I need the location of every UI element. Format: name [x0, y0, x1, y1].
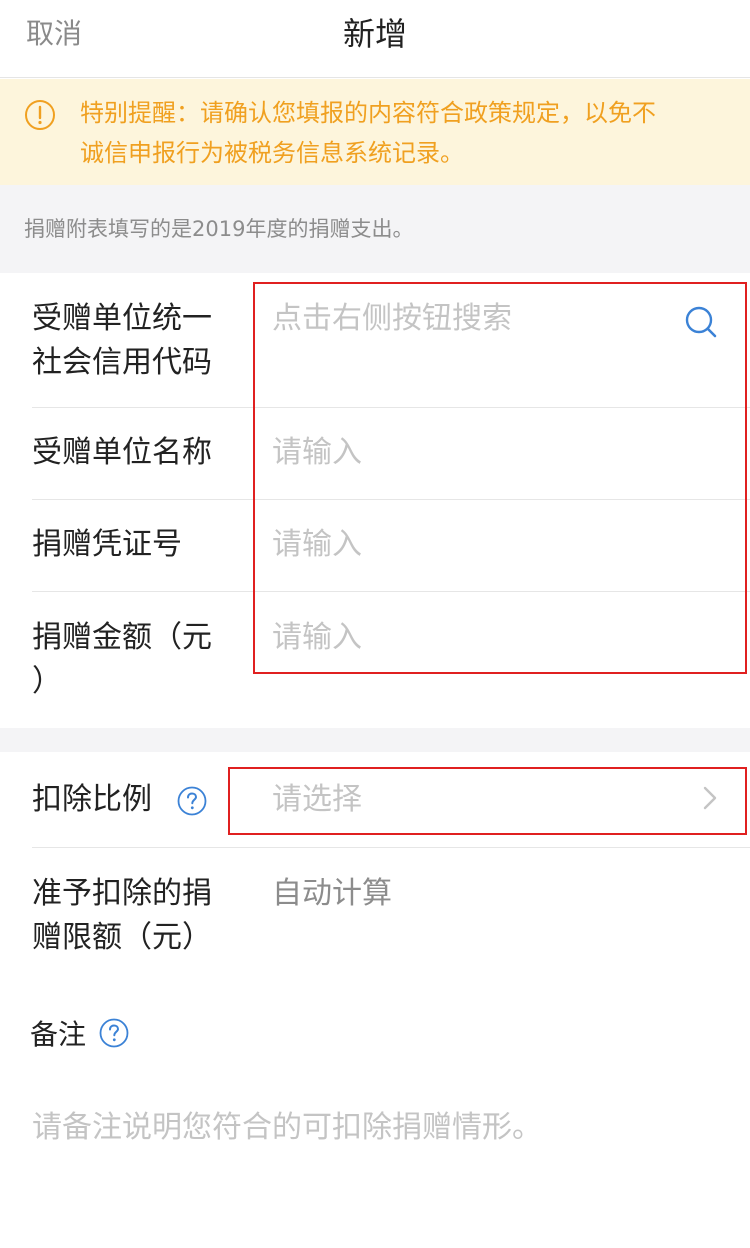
deduction-limit-value: 自动计算 [272, 876, 392, 911]
year-note-text: 捐赠附表填写的是2019年度的捐赠支出。 [24, 217, 414, 241]
search-icon[interactable] [684, 305, 718, 339]
help-circle-icon[interactable] [177, 786, 207, 816]
credit-code-input[interactable]: 点击右侧按钮搜索 [272, 297, 512, 341]
alert-text-line2: 诚信申报行为被税务信息系统记录。 [80, 139, 464, 167]
help-circle-icon[interactable] [99, 1018, 129, 1048]
donation-form-section: 受赠单位统一 社会信用代码 点击右侧按钮搜索 受赠单位名称 请输入 捐赠凭证号 … [0, 273, 750, 728]
unit-name-row: 受赠单位名称 请输入 [0, 408, 750, 500]
credit-code-label: 受赠单位统一 社会信用代码 [32, 297, 242, 385]
deduction-limit-label: 准予扣除的捐 赠限额（元） [32, 872, 242, 960]
amount-label: 捐赠金额（元 ） [32, 616, 242, 704]
voucher-no-row: 捐赠凭证号 请输入 [0, 500, 750, 592]
remark-textarea[interactable]: 请备注说明您符合的可扣除捐赠情形。 [32, 1106, 722, 1150]
warning-circle-icon [25, 100, 55, 130]
unit-name-label: 受赠单位名称 [32, 435, 212, 470]
chevron-right-icon [703, 786, 717, 810]
year-note: 捐赠附表填写的是2019年度的捐赠支出。 [0, 185, 750, 273]
policy-alert-banner: 特别提醒：请确认您填报的内容符合政策规定，以免不 诚信申报行为被税务信息系统记录… [0, 79, 750, 185]
unit-name-input[interactable]: 请输入 [272, 431, 362, 475]
deduction-limit-row: 准予扣除的捐 赠限额（元） 自动计算 [0, 848, 750, 982]
remark-label: 备注 [30, 1018, 87, 1051]
credit-code-row: 受赠单位统一 社会信用代码 点击右侧按钮搜索 [0, 273, 750, 408]
deduction-section: 扣除比例 请选择 准予扣除的捐 赠限额（元） 自动计算 [0, 752, 750, 1248]
deduction-ratio-row[interactable]: 扣除比例 请选择 [0, 752, 750, 848]
amount-label-line2: ） [32, 664, 62, 699]
voucher-no-input[interactable]: 请输入 [272, 523, 362, 567]
amount-label-line1: 捐赠金额（元 [32, 620, 212, 655]
voucher-no-label: 捐赠凭证号 [32, 527, 182, 562]
credit-code-label-line1: 受赠单位统一 [32, 301, 212, 336]
alert-text: 特别提醒：请确认您填报的内容符合政策规定，以免不 诚信申报行为被税务信息系统记录… [80, 93, 730, 173]
amount-row: 捐赠金额（元 ） 请输入 [0, 592, 750, 728]
amount-input[interactable]: 请输入 [272, 616, 362, 660]
credit-code-label-line2: 社会信用代码 [32, 345, 212, 380]
deduction-ratio-label: 扣除比例 [32, 782, 152, 817]
page-title: 新增 [342, 15, 407, 53]
section-gap [0, 728, 750, 752]
nav-header: 取消 新增 [0, 0, 750, 78]
deduction-ratio-select[interactable]: 请选择 [272, 778, 362, 822]
deduction-limit-label-line2: 赠限额（元） [32, 920, 212, 955]
deduction-limit-label-line1: 准予扣除的捐 [32, 876, 212, 911]
alert-text-line1: 特别提醒：请确认您填报的内容符合政策规定，以免不 [80, 99, 656, 127]
